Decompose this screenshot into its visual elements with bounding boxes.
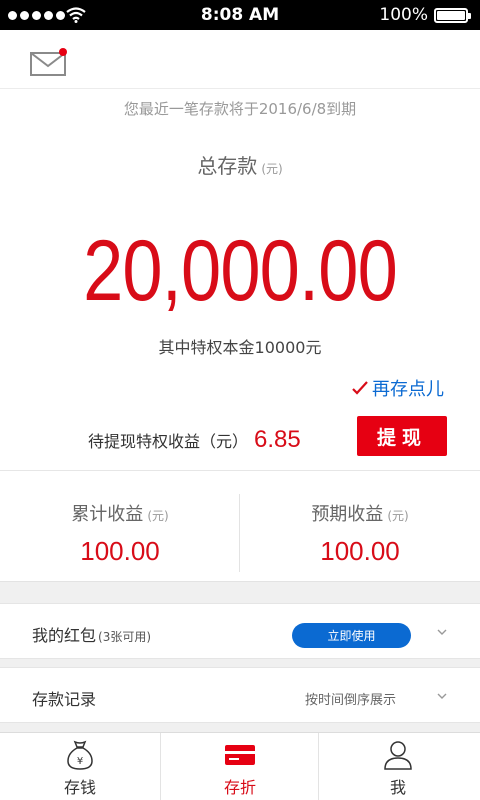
use-now-button[interactable]: 立即使用 [292,623,411,648]
unread-dot [59,48,67,56]
tab-bar: ¥ 存钱 存折 我 [0,732,480,800]
principal-note: 其中特权本金10000元 [158,338,322,357]
chevron-down-icon[interactable] [436,692,448,700]
svg-text:¥: ¥ [77,756,83,767]
red-packet-count: (3张可用) [98,630,152,644]
tab-bankbook-label: 存折 [223,778,256,797]
expected-earnings-value: 100.00 [320,536,400,566]
red-packet-label: 我的红包 [32,626,97,645]
total-deposit-amount: 20,000.00 [83,223,398,319]
withdraw-button[interactable]: 提现 [357,416,447,456]
deposit-records-title: 存款记录 [32,690,97,709]
deposit-summary-card: 您最近一笔存款将于2016/6/8到期 总存款 (元) 20,000.00 其中特… [0,30,480,582]
tab-deposit[interactable]: ¥ 存钱 [0,733,160,800]
total-deposit-title: 总存款 (元) [0,150,480,179]
total-deposit-unit: (元) [261,162,283,176]
cumulative-earnings: 累计收益 (元) 100.00 [14,500,226,567]
user-icon [384,741,412,770]
maturity-notice: 您最近一笔存款将于2016/6/8到期 [123,100,357,118]
cumulative-earnings-value: 100.00 [80,536,160,566]
tab-bankbook[interactable]: 存折 [160,733,320,800]
divider [0,470,480,471]
deposit-more-label: 再存点儿 [372,379,444,400]
deposit-records-row[interactable]: 存款记录 按时间倒序展示 [0,667,480,723]
red-packet-title: 我的红包 (3张可用) [32,622,151,646]
bankbook-icon [225,745,255,765]
deposit-more-link[interactable]: 再存点儿 [352,375,444,401]
status-bar: 8:08 AM 100% [0,0,480,30]
cumulative-earnings-label: 累计收益 [71,504,144,525]
cumulative-earnings-unit: (元) [147,509,169,523]
pending-earnings: 待提现特权收益（元） 6.85 [88,426,301,454]
tab-me-label: 我 [389,778,406,797]
pending-earnings-value: 6.85 [254,426,301,453]
red-packet-row[interactable]: 我的红包 (3张可用) 立即使用 [0,603,480,659]
tab-deposit-label: 存钱 [63,778,96,797]
money-bag-icon: ¥ [67,740,93,770]
check-icon [352,381,368,395]
battery-icon [434,8,471,23]
expected-earnings-unit: (元) [387,509,409,523]
expected-earnings-label: 预期收益 [311,504,384,525]
pending-earnings-label: 待提现特权收益（元） [88,432,249,451]
sort-hint: 按时间倒序展示 [305,693,397,708]
expected-earnings: 预期收益 (元) 100.00 [240,500,480,567]
divider [0,88,480,89]
mail-button[interactable] [30,48,70,76]
chevron-down-icon[interactable] [436,628,448,636]
tab-me[interactable]: 我 [318,733,478,800]
battery-percent: 100% [379,5,428,25]
total-deposit-label: 总存款 [197,154,258,178]
